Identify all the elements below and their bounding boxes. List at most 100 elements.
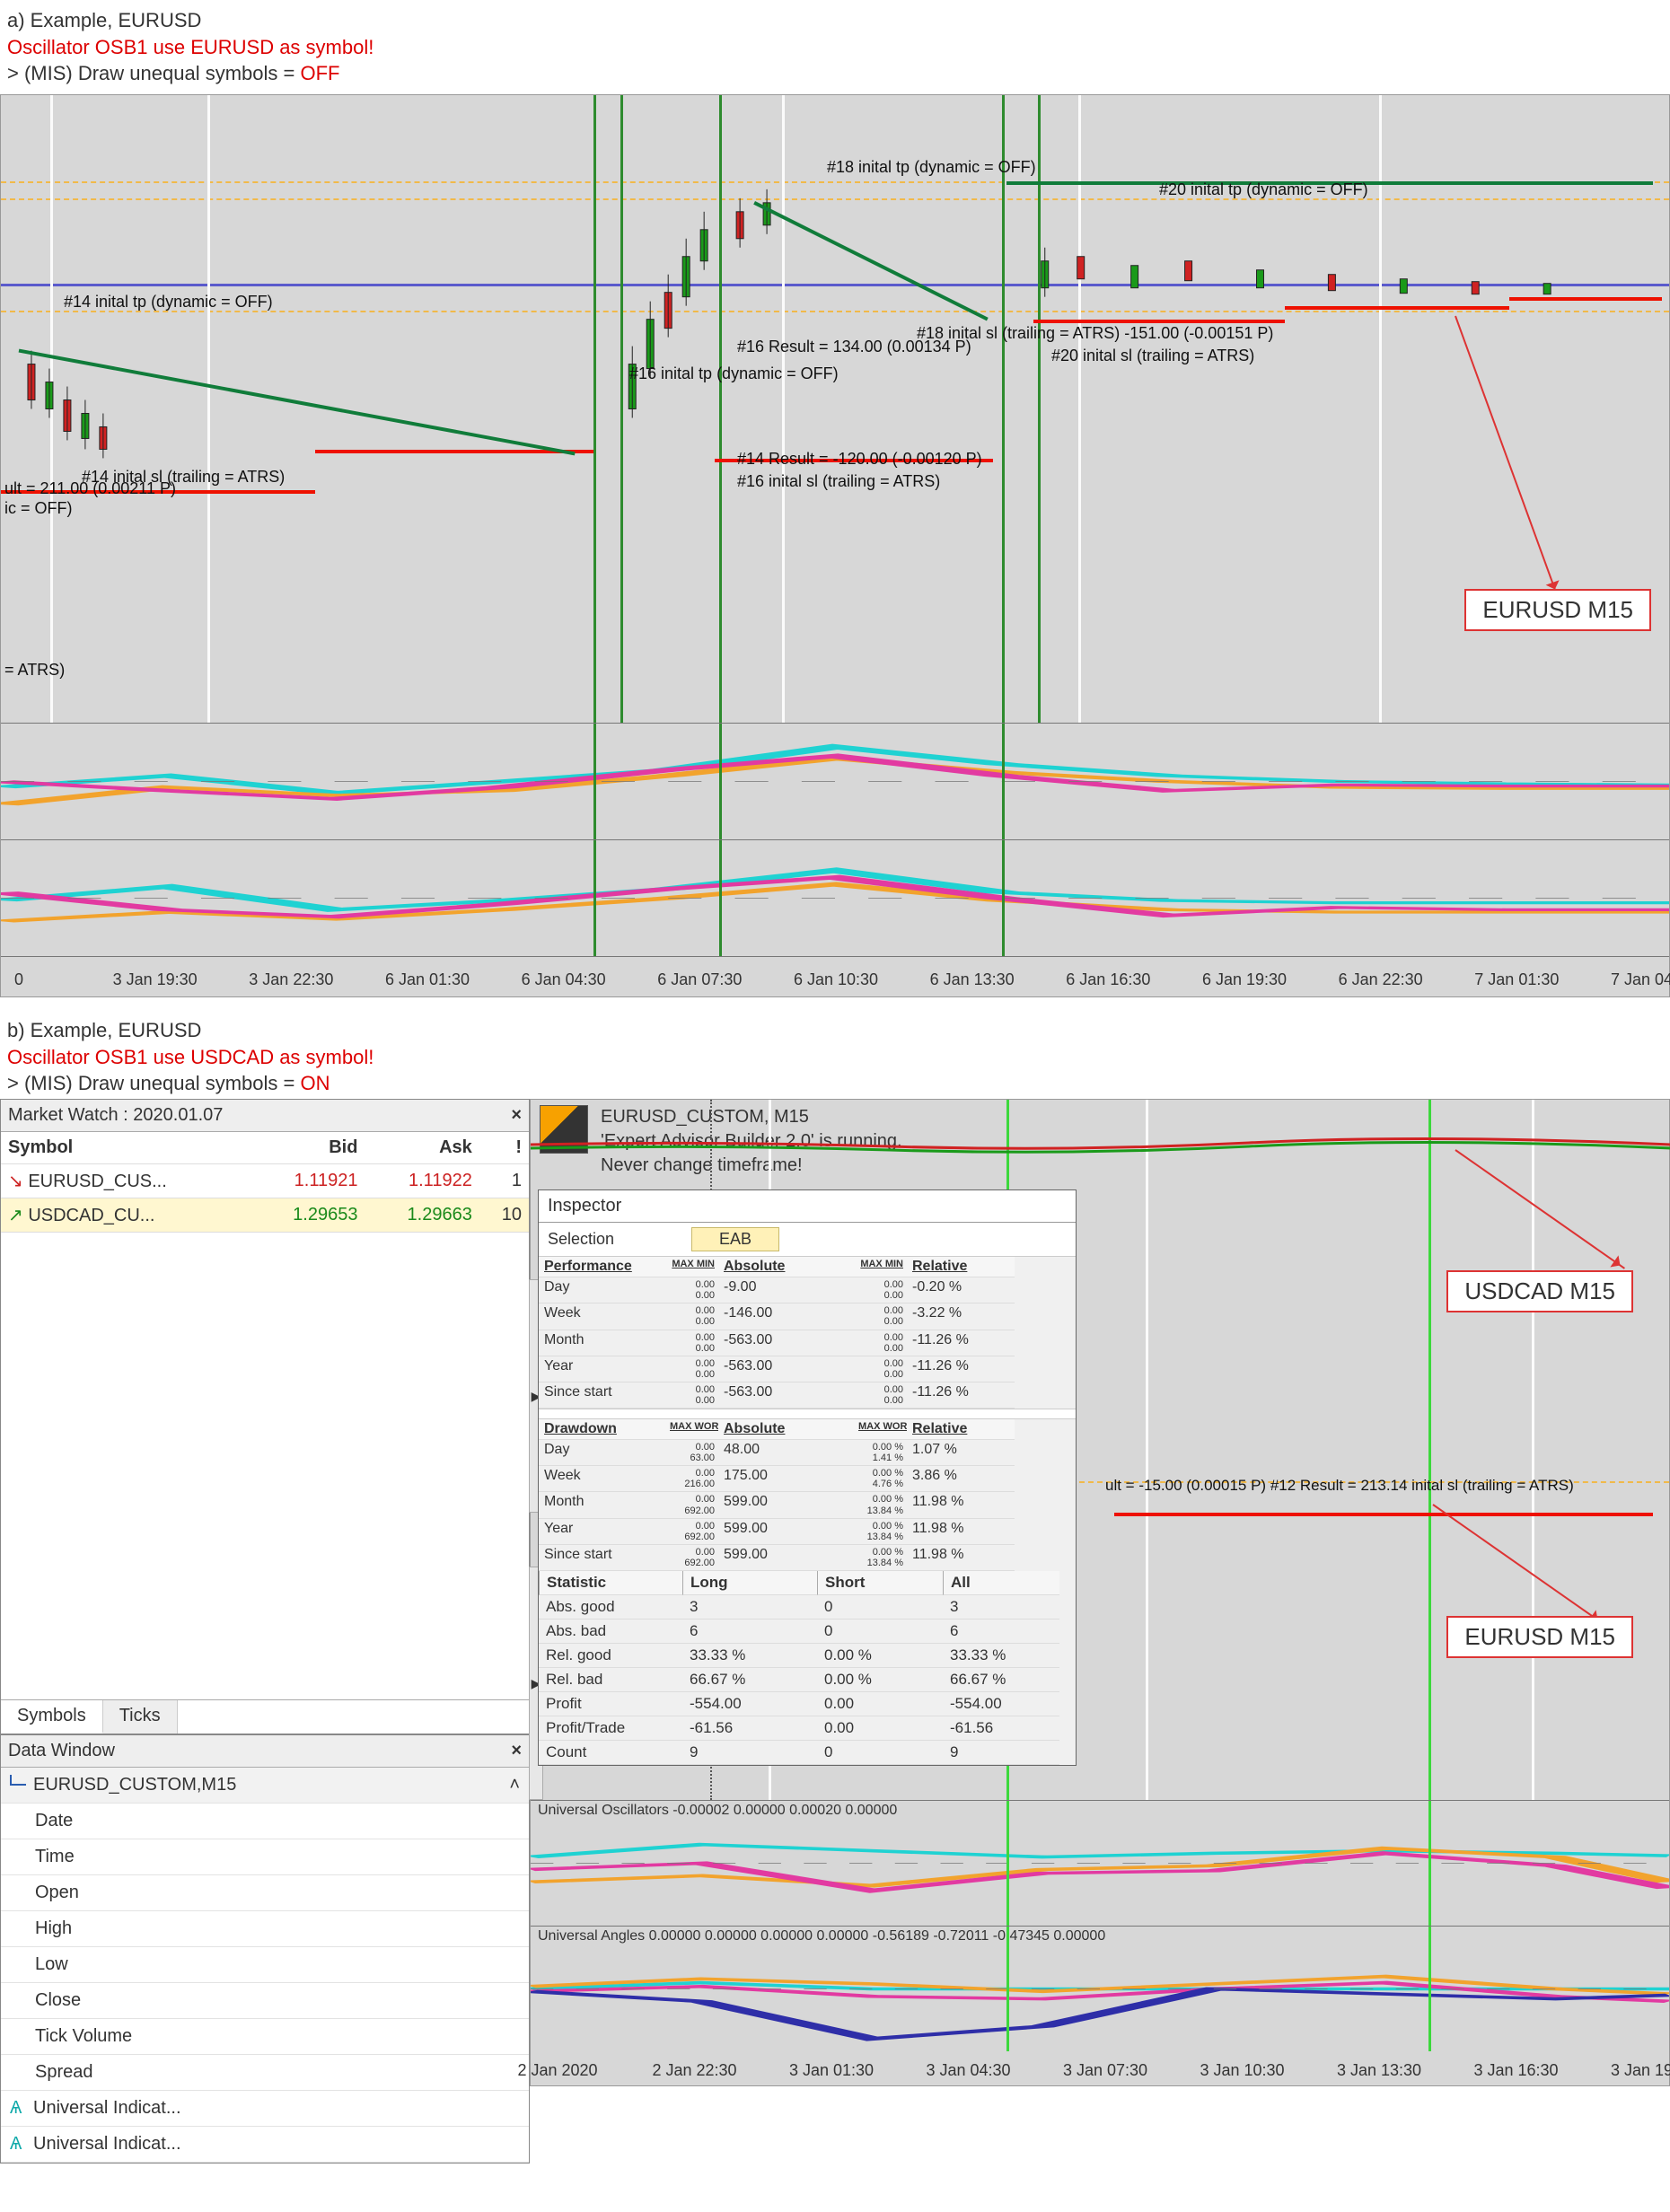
chart-a[interactable]: #14 inital tp (dynamic = OFF) #18 inital… [0,94,1670,997]
stat-cell: 6 [943,1620,1059,1644]
grid-cell: 0.00 0.00 [853,1304,907,1330]
selection-value[interactable]: EAB [691,1227,779,1251]
cb-reslbl: ult = -15.00 (0.00015 P) #12 Result = 21… [1105,1477,1574,1495]
cb-white-2 [1146,1100,1148,1800]
grid-cell: 3.86 % [907,1466,1015,1492]
osc-pane-a1[interactable] [1,724,1669,840]
stat-cell: 0 [817,1620,943,1644]
stat-cell: 0 [817,1741,943,1765]
callout-eurusd-m15: EURUSD M15 [1464,589,1651,631]
close-icon[interactable]: × [511,1105,522,1126]
mw-symbol[interactable]: ↗ USDCAD_CU... [1,1198,250,1233]
tab-symbols[interactable]: Symbols [1,1700,103,1734]
chevron-up-icon[interactable]: ˄ [509,1775,520,1795]
chart-a-main[interactable]: #14 inital tp (dynamic = OFF) #18 inital… [1,95,1669,724]
tab-ticks[interactable]: Ticks [103,1700,178,1734]
candles-a [1,95,1669,723]
stat-cell: 0.00 % [817,1644,943,1668]
time-tick: 3 Jan 22:30 [249,970,333,989]
close-icon[interactable]: × [511,1741,522,1761]
grid-hdr: Absolute [718,1257,853,1277]
grid-cell: Since start [539,1545,664,1571]
grid-hdr: Performance [539,1257,664,1277]
time-tick: 3 Jan 16:30 [1473,2061,1558,2080]
caption-b-line3-prefix: > (MIS) Draw unequal symbols = [7,1072,300,1094]
dw-row: Spread [1,2055,529,2091]
section-a-caption: a) Example, EURUSD Oscillator OSB1 use E… [0,0,1670,89]
osc-pane-a2[interactable] [1,840,1669,957]
lbl-20sl: #20 inital sl (trailing = ATRS) [1051,347,1254,365]
lbl-18tp: #18 inital tp (dynamic = OFF) [827,158,1036,177]
lbl-atrs: = ATRS) [4,661,65,680]
grid-cell: 0.00 0.00 [664,1277,718,1304]
stat-hdr: Statistic [539,1571,682,1595]
left-column: Market Watch : 2020.01.07 × SymbolBidAsk… [0,1099,530,2164]
cb-osc-2[interactable]: Universal Angles 0.00000 0.00000 0.00000… [531,1926,1669,2051]
mw-col[interactable]: Ask [365,1132,479,1164]
mw-symbol[interactable]: ↘ EURUSD_CUS... [1,1164,250,1198]
grid-cell: 599.00 [718,1492,853,1518]
time-tick: 6 Jan 22:30 [1339,970,1423,989]
caption-a-line3: > (MIS) Draw unequal symbols = OFF [7,60,1663,87]
lbl-left2: ic = OFF) [4,499,73,518]
stat-cell: 0 [817,1595,943,1620]
arrow-eurusd-b [1432,1504,1603,1624]
time-tick: 3 Jan 01:30 [789,2061,874,2080]
time-tick: 2 Jan 22:30 [652,2061,736,2080]
mw-tabs: SymbolsTicks [1,1699,529,1734]
grid-hdr: Drawdown [539,1419,664,1440]
grid-cell: Week [539,1466,664,1492]
mw-col[interactable]: Bid [250,1132,365,1164]
grid-cell: 0.00 216.00 [664,1466,718,1492]
stat-cell: Abs. good [539,1595,682,1620]
dw-row: Tick Volume [1,2019,529,2055]
grid-cell: 0.00 % 4.76 % [853,1466,907,1492]
time-tick: 6 Jan 04:30 [522,970,606,989]
cb-osc-1[interactable]: Universal Oscillators -0.00002 0.00000 0… [531,1800,1669,1926]
data-window-panel[interactable]: Data Window × EURUSD_CUSTOM,M15 ˄ DateTi… [0,1734,530,2164]
section-b-caption: b) Example, EURUSD Oscillator OSB1 use U… [0,1010,1670,1099]
grid-cell: -3.22 % [907,1304,1015,1330]
stat-cell: 3 [943,1595,1059,1620]
dw-row: Close [1,1983,529,2019]
mw-bid: 1.11921 [250,1164,365,1198]
mw-col[interactable]: Symbol [1,1132,250,1164]
stat-cell: Profit/Trade [539,1716,682,1741]
grid-cell: 175.00 [718,1466,853,1492]
inspector-panel[interactable]: Inspector Selection EAB Performance MAX M… [538,1189,1077,1766]
grid-hdr: Relative [907,1257,1015,1277]
cb-red-step [1114,1513,1653,1516]
mw-col[interactable]: ! [479,1132,529,1164]
stat-cell: -61.56 [943,1716,1059,1741]
time-tick: 2 Jan 2020 [517,2061,597,2080]
mw-excl: 1 [479,1164,529,1198]
inspector-selection-row: Selection EAB [539,1223,1076,1257]
stat-cell: 66.67 % [682,1668,817,1692]
grid-cell: -11.26 % [907,1382,1015,1409]
stat-cell: Abs. bad [539,1620,682,1644]
market-watch-table[interactable]: SymbolBidAsk! ↘ EURUSD_CUS...1.119211.11… [1,1132,529,1233]
chart-b[interactable]: EURUSD_CUSTOM, M15 'Expert Advisor Build… [530,1099,1670,2086]
grid-cell: -0.20 % [907,1277,1015,1304]
stat-cell: -61.56 [682,1716,817,1741]
dw-row: ѦUniversal Indicat... [1,2127,529,2163]
stat-cell: Rel. bad [539,1668,682,1692]
stat-cell: 0.00 [817,1716,943,1741]
time-tick: 7 Jan 04:30 [1611,970,1670,989]
mw-ask: 1.29663 [365,1198,479,1233]
lbl-14tp: #14 inital tp (dynamic = OFF) [64,293,273,312]
grid-cell: Month [539,1330,664,1356]
dw-row: Open [1,1875,529,1911]
grid-cell: 0.00 0.00 [853,1382,907,1409]
caption-b-line3: > (MIS) Draw unequal symbols = ON [7,1070,1663,1097]
time-tick: 3 Jan 19:30 [113,970,198,989]
table-row[interactable]: ↘ EURUSD_CUS...1.119211.119221 [1,1164,529,1198]
callout-eurusd-b: EURUSD M15 [1446,1616,1633,1658]
grid-hdr: MAX MIN [853,1257,907,1277]
time-axis-b: 2 Jan 20202 Jan 22:303 Jan 01:303 Jan 04… [531,2051,1669,2087]
grid-hdr: Absolute [718,1419,853,1440]
table-row[interactable]: ↗ USDCAD_CU...1.296531.2966310 [1,1198,529,1233]
market-watch-panel[interactable]: Market Watch : 2020.01.07 × SymbolBidAsk… [0,1099,530,1734]
inspector-title: Inspector [539,1190,1076,1223]
time-tick: 6 Jan 07:30 [657,970,742,989]
